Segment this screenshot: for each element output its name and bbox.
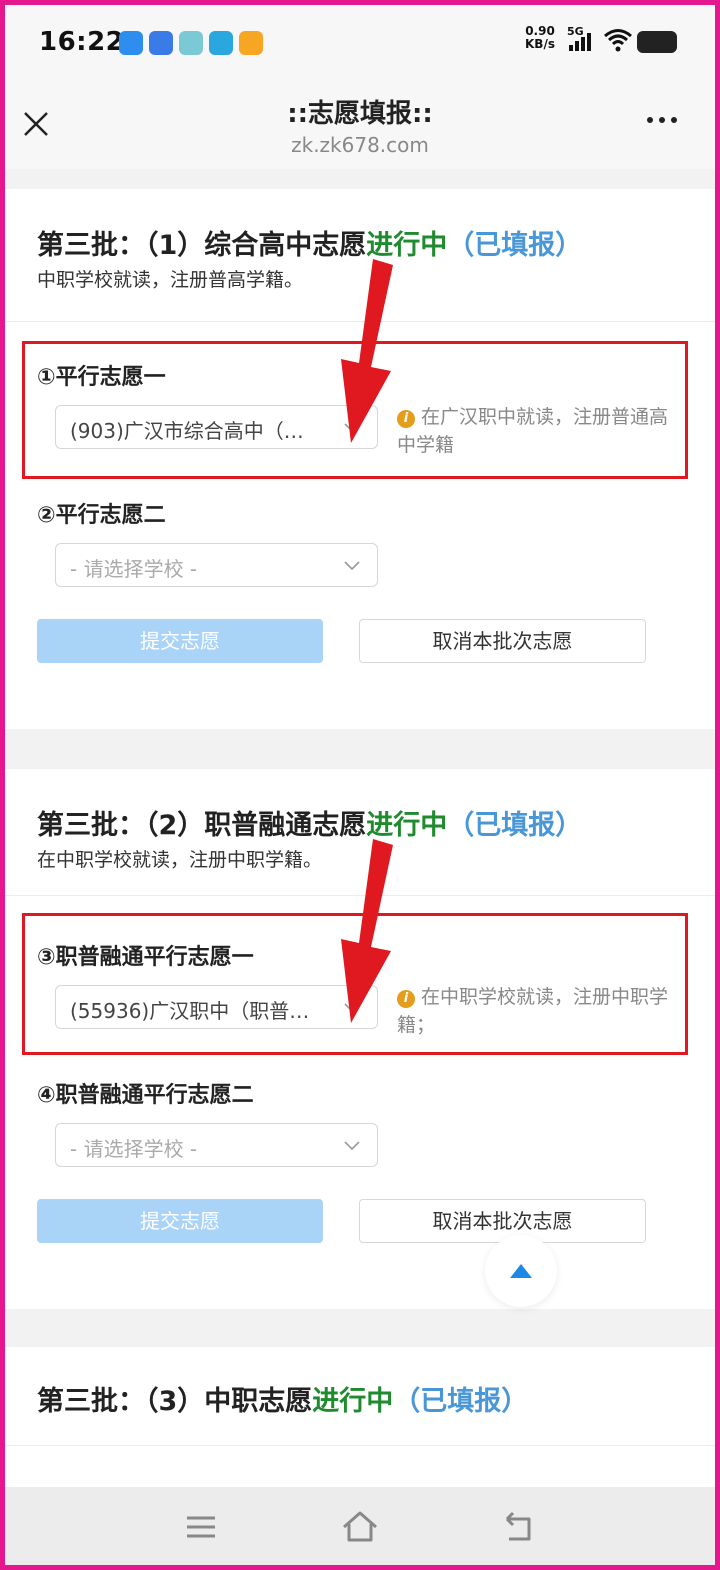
phone-screen: 16:22 0.90 KB/s 5G::志愿填报:: zk.zk678.com… — [5, 5, 715, 1565]
choice-1-hint-text: 在广汉职中就读，注册普通高中学籍 — [397, 406, 669, 456]
photo-app-icon — [149, 31, 173, 55]
menu-icon[interactable] — [181, 1507, 221, 1547]
choice-1-select[interactable]: (903)广汉市综合高中（… — [55, 405, 378, 449]
choice-1-label: ①平行志愿一 — [37, 365, 166, 390]
cellular-signal-icon: 5G — [567, 25, 597, 57]
section-title-text: 第三批：（1）综合高中志愿 — [37, 230, 367, 261]
notification-icons — [119, 31, 263, 55]
more-options-icon[interactable] — [647, 117, 677, 123]
choice-3-hint-text: 在中职学校就读，注册中职学籍； — [397, 986, 669, 1036]
page-url: zk.zk678.com — [291, 133, 429, 157]
choice-3-select[interactable]: (55936)广汉职中（职普… — [55, 985, 378, 1029]
section-filled-status: （已填报） — [447, 810, 583, 841]
submit-button[interactable]: 提交志愿 — [37, 1199, 323, 1243]
section-subtitle: 在中职学校就读，注册中职学籍。 — [37, 849, 323, 871]
choice-1-value: (903)广汉市综合高中（… — [70, 419, 304, 443]
divider — [5, 1445, 715, 1446]
section-filled-status: （已填报） — [393, 1386, 529, 1417]
section-card-2: 第三批：（2）职普融通志愿进行中（已填报） 在中职学校就读，注册中职学籍。 ③职… — [5, 769, 715, 1309]
choice-3-label: ③职普融通平行志愿一 — [37, 945, 254, 970]
section-title: 第三批：（3）中职志愿进行中（已填报） — [37, 1379, 528, 1418]
section-card-3: 第三批：（3）中职志愿进行中（已填报） — [5, 1347, 715, 1487]
red-arrow-icon — [341, 259, 393, 443]
scroll-to-top-button[interactable] — [485, 1235, 557, 1307]
choice-4-placeholder: - 请选择学校 - — [70, 1137, 198, 1161]
network-speed: 0.90 KB/s — [525, 25, 555, 51]
red-arrow-icon — [341, 839, 393, 1023]
section-title: 第三批：（2）职普融通志愿进行中（已填报） — [37, 803, 582, 842]
network-speed-unit: KB/s — [525, 37, 555, 51]
choice-4-select[interactable]: - 请选择学校 - — [55, 1123, 378, 1167]
telegram-app-icon — [209, 31, 233, 55]
section-title: 第三批：（1）综合高中志愿进行中（已填报） — [37, 223, 582, 262]
choice-2-label: ②平行志愿二 — [37, 503, 166, 528]
section-status: 进行中 — [312, 1386, 394, 1417]
gallery-app-icon — [179, 31, 203, 55]
browser-app-icon — [119, 31, 143, 55]
home-icon[interactable] — [340, 1507, 380, 1547]
network-type-label: 5G — [567, 25, 584, 38]
browser-header: ::志愿填报:: zk.zk678.com — [5, 77, 715, 169]
choice-3-value: (55936)广汉职中（职普… — [70, 999, 310, 1023]
section-subtitle: 中职学校就读，注册普高学籍。 — [37, 269, 304, 291]
status-time: 16:22 — [39, 27, 125, 57]
system-navigation-bar — [5, 1487, 715, 1565]
cancel-batch-button[interactable]: 取消本批次志愿 — [359, 619, 646, 663]
battery-icon — [637, 31, 677, 53]
video-app-icon — [239, 31, 263, 55]
section-title-text: 第三批：（3）中职志愿 — [37, 1386, 313, 1417]
choice-1-hint: i 在广汉职中就读，注册普通高中学籍 — [397, 403, 677, 459]
chevron-down-icon — [344, 1141, 360, 1151]
choice-2-select[interactable]: - 请选择学校 - — [55, 543, 378, 587]
wifi-icon — [603, 27, 633, 57]
choice-2-placeholder: - 请选择学校 - — [70, 557, 198, 581]
submit-button[interactable]: 提交志愿 — [37, 619, 323, 663]
section-filled-status: （已填报） — [447, 230, 583, 261]
status-bar: 16:22 0.90 KB/s 5G — [5, 5, 715, 77]
cancel-batch-button[interactable]: 取消本批次志愿 — [359, 1199, 646, 1243]
section-card-1: 第三批：（1）综合高中志愿进行中（已填报） 中职学校就读，注册普高学籍。 ①平行… — [5, 189, 715, 729]
back-icon[interactable] — [499, 1507, 539, 1547]
choice-4-label: ④职普融通平行志愿二 — [37, 1083, 254, 1108]
choice-3-hint: i 在中职学校就读，注册中职学籍； — [397, 983, 677, 1039]
arrow-up-icon — [510, 1264, 532, 1278]
chevron-down-icon — [344, 561, 360, 571]
page-title: ::志愿填报:: — [287, 99, 433, 129]
section-title-text: 第三批：（2）职普融通志愿 — [37, 810, 367, 841]
